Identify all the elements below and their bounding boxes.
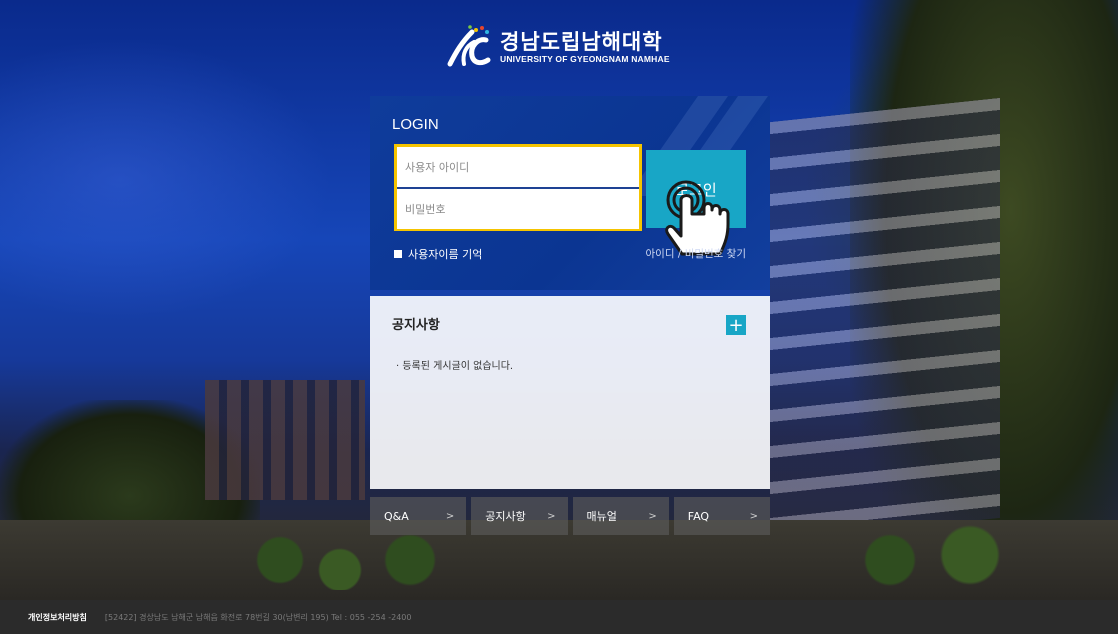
- quick-link-faq[interactable]: FAQ >: [673, 497, 770, 535]
- quick-link-qna[interactable]: Q&A >: [370, 497, 467, 535]
- remember-username-checkbox[interactable]: 사용자이름 기억: [394, 246, 482, 262]
- quick-link-label: Q&A: [384, 509, 409, 523]
- notice-title: 공지사항: [392, 318, 440, 333]
- ngc-swoosh-logo-icon: [446, 24, 494, 70]
- footer: 개인정보처리방침 [52422] 경상남도 남해군 남해읍 화전로 78번길 3…: [0, 600, 1118, 634]
- chevron-right-icon: >: [547, 510, 556, 522]
- password-input[interactable]: [397, 189, 639, 229]
- credentials-highlight-box: [394, 144, 642, 231]
- plus-icon: +: [728, 314, 744, 336]
- chevron-right-icon: >: [445, 510, 455, 522]
- chevron-right-icon: >: [648, 510, 657, 522]
- privacy-policy-link[interactable]: 개인정보처리방침: [28, 612, 87, 623]
- chevron-right-icon: >: [749, 510, 758, 522]
- university-logo: 경남도립남해대학 UNIVERSITY OF GYEONGNAM NAMHAE: [446, 22, 670, 72]
- notice-more-button[interactable]: +: [726, 314, 746, 336]
- notice-panel: 공지사항 + · 등록된 게시글이 없습니다.: [370, 296, 770, 489]
- quick-link-manual[interactable]: 매뉴얼 >: [572, 497, 669, 535]
- quick-links-bar: Q&A > 공지사항 > 매뉴얼 > FAQ >: [370, 497, 770, 535]
- login-title: LOGIN: [392, 116, 439, 133]
- notice-empty-message: · 등록된 게시글이 없습니다.: [396, 361, 514, 372]
- username-input[interactable]: [397, 147, 639, 187]
- university-name-english: UNIVERSITY OF GYEONGNAM NAMHAE: [500, 54, 670, 64]
- checkbox-icon: [394, 250, 402, 258]
- quick-link-label: 매뉴얼: [586, 510, 617, 523]
- quick-link-label: 공지사항: [485, 510, 526, 523]
- footer-address: [52422] 경상남도 남해군 남해읍 화전로 78번길 30(남변리 195…: [104, 612, 412, 622]
- quick-link-label: FAQ: [687, 509, 710, 523]
- remember-label: 사용자이름 기억: [408, 248, 483, 261]
- university-name-korean: 경남도립남해대학: [500, 30, 663, 54]
- quick-link-notice[interactable]: 공지사항 >: [471, 497, 568, 535]
- login-panel: LOGIN 로그인 사용자이름 기억 아이디 / 비밀번호 찾기: [370, 96, 770, 290]
- find-id-password-link[interactable]: 아이디 / 비밀번호 찾기: [646, 246, 747, 261]
